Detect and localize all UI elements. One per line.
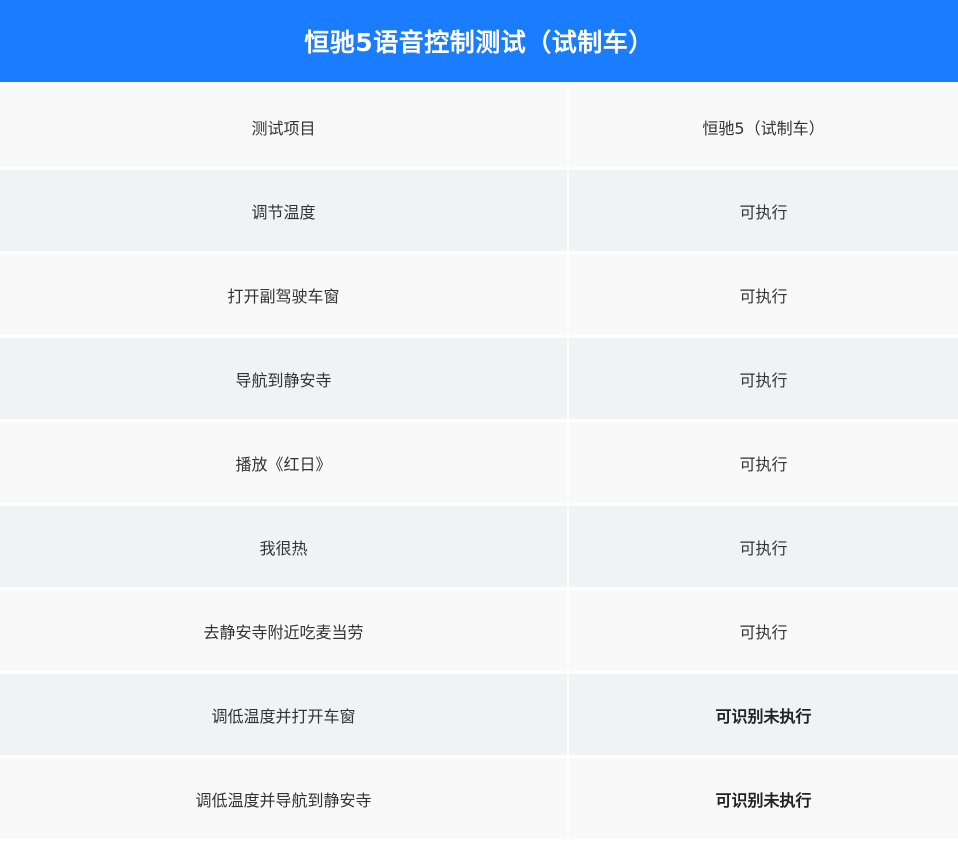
cell-item: 调低温度并导航到静安寺 (0, 758, 567, 839)
cell-result: 可执行 (569, 422, 958, 503)
cell-result: 可执行 (569, 590, 958, 671)
cell-item: 去静安寺附近吃麦当劳 (0, 590, 567, 671)
cell-result: 可识别未执行 (569, 758, 958, 839)
cell-result: 可执行 (569, 506, 958, 587)
cell-result: 可执行 (569, 170, 958, 251)
header-cell-item: 测试项目 (0, 86, 567, 167)
table-body: 测试项目 恒驰5（试制车） 调节温度 可执行 打开副驾驶车窗 可执行 导航到静安… (0, 82, 958, 839)
cell-item: 调节温度 (0, 170, 567, 251)
table-title: 恒驰5语音控制测试（试制车） (0, 0, 958, 82)
cell-item: 播放《红日》 (0, 422, 567, 503)
cell-item: 调低温度并打开车窗 (0, 674, 567, 755)
cell-result: 可识别未执行 (569, 674, 958, 755)
cell-result: 可执行 (569, 338, 958, 419)
comparison-table: 恒驰5语音控制测试（试制车） 测试项目 恒驰5（试制车） 调节温度 可执行 打开… (0, 0, 958, 854)
cell-item: 打开副驾驶车窗 (0, 254, 567, 335)
cell-item: 我很热 (0, 506, 567, 587)
cell-result: 可执行 (569, 254, 958, 335)
cell-item: 导航到静安寺 (0, 338, 567, 419)
header-cell-result: 恒驰5（试制车） (569, 86, 958, 167)
